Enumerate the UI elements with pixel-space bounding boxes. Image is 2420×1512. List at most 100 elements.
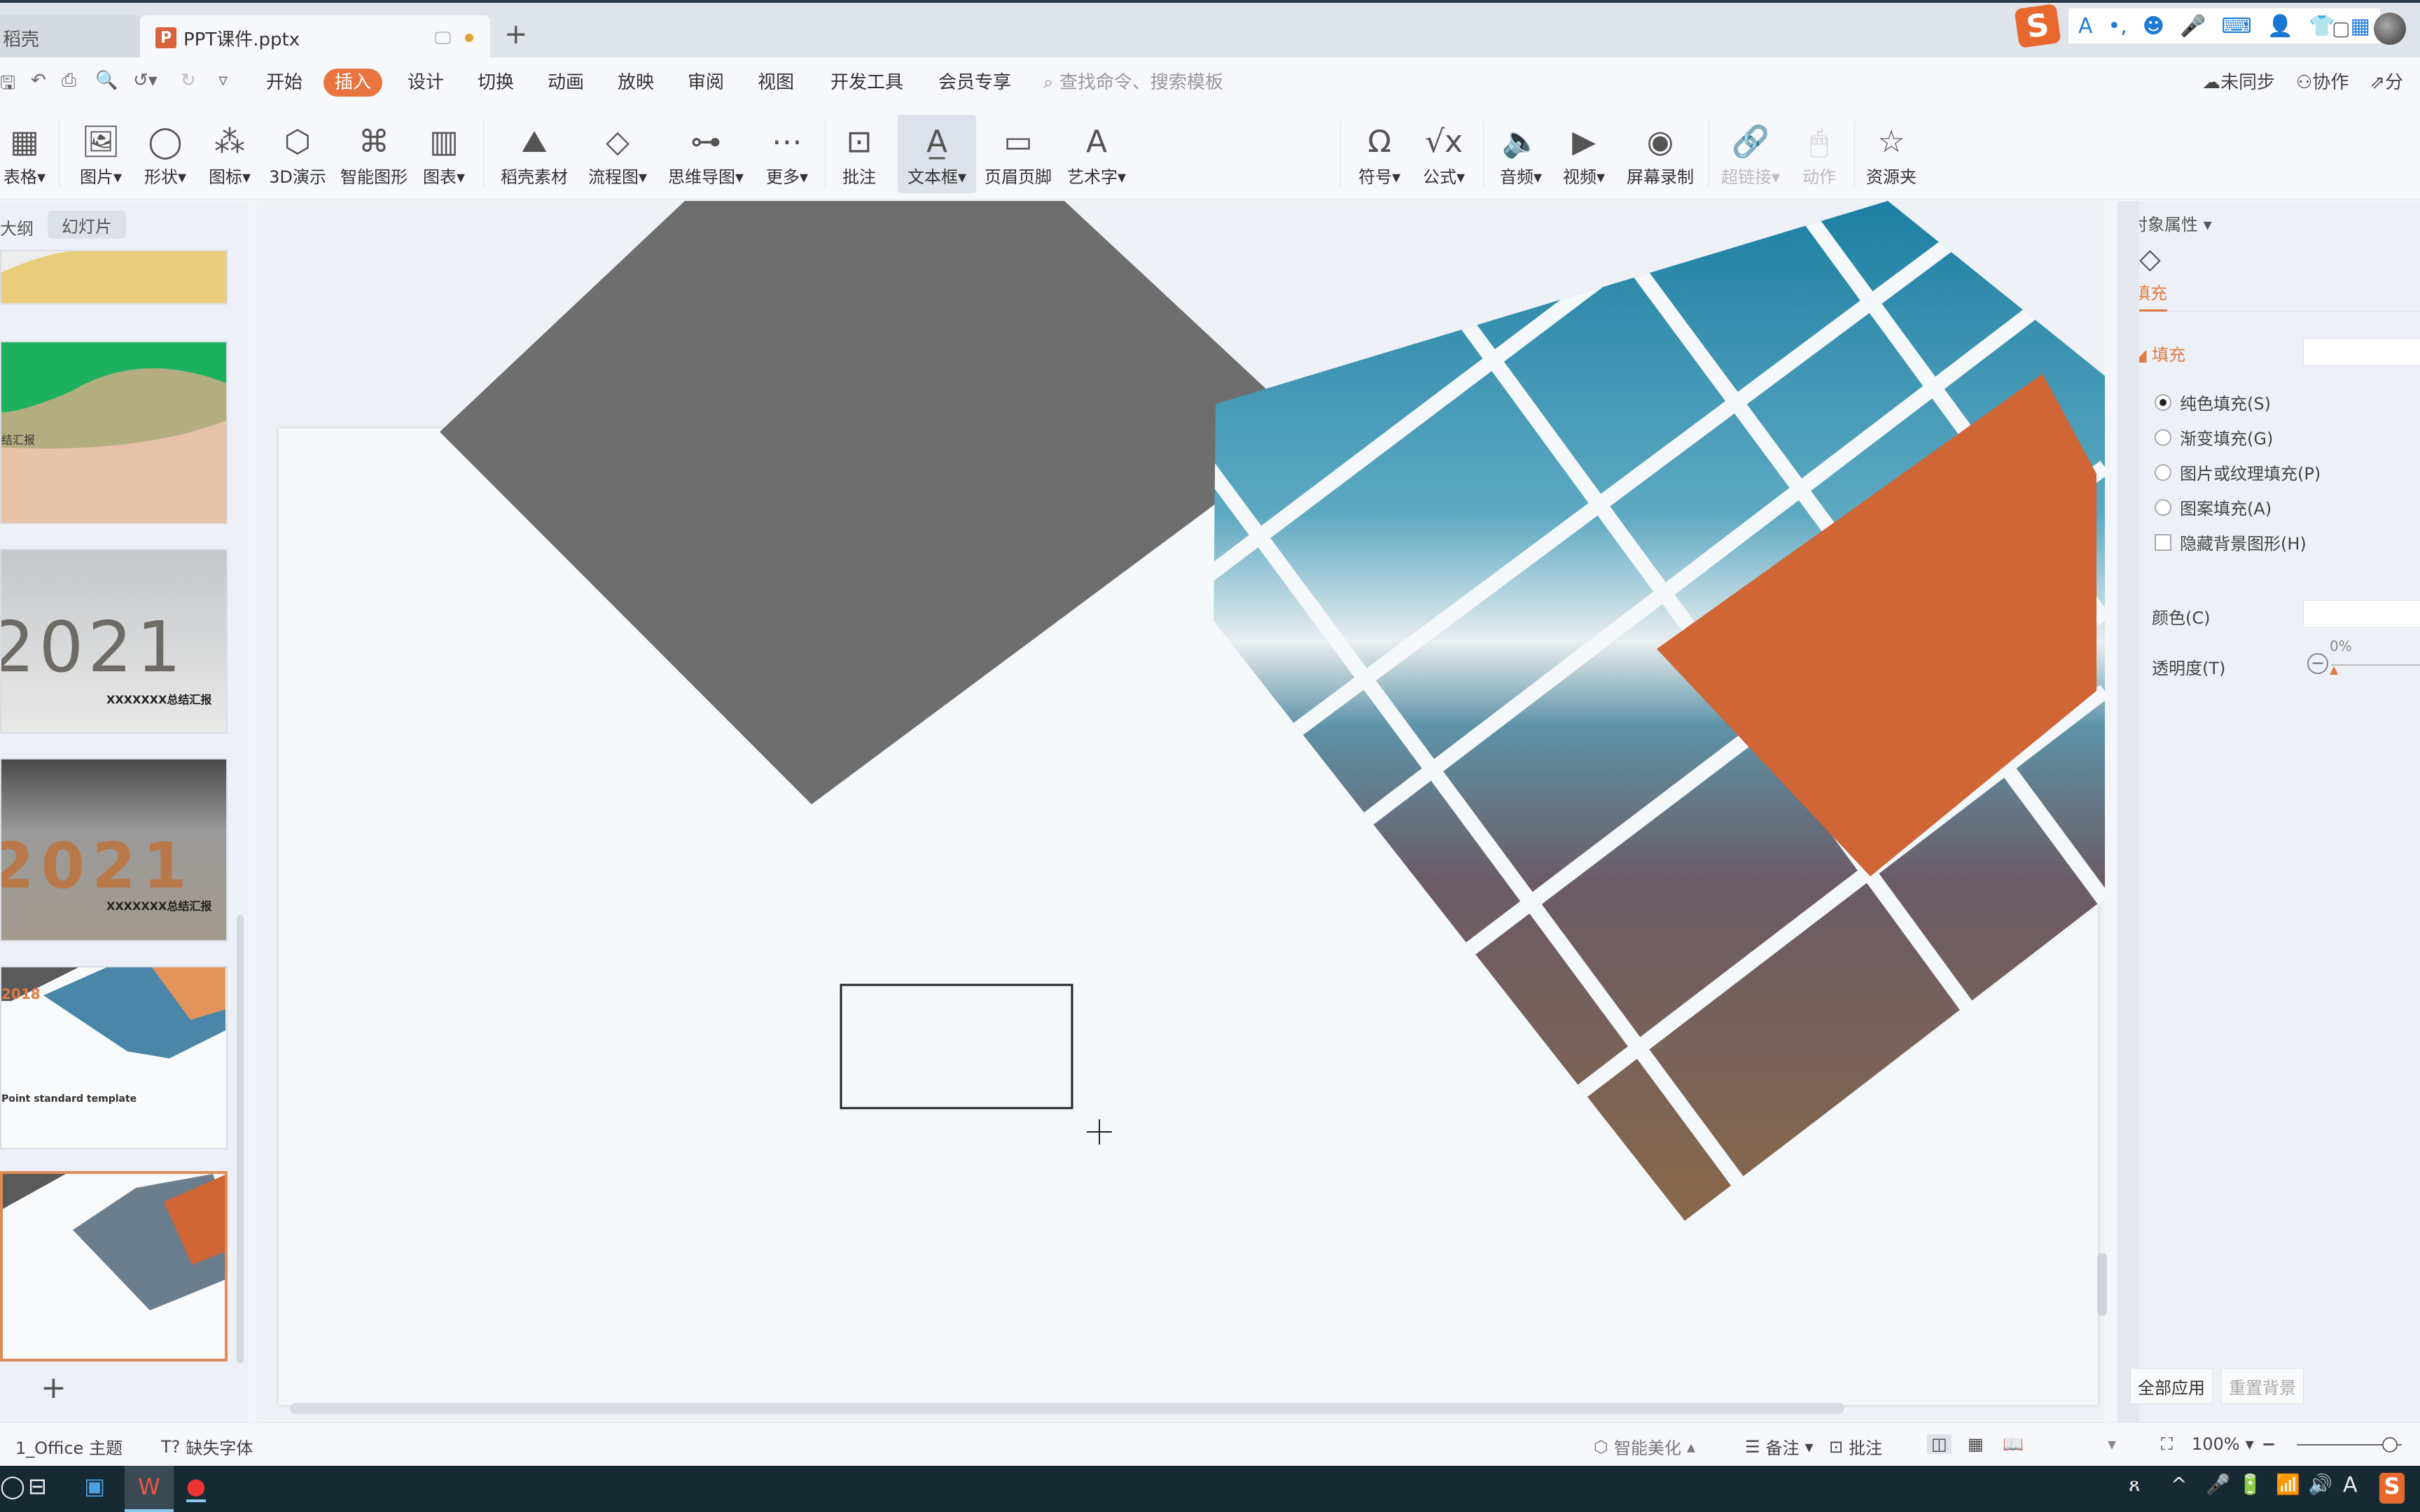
ime-punctuation-icon[interactable]: •, [2108, 14, 2127, 38]
fill-section-header[interactable]: ◢ 填充 [2134, 341, 2185, 365]
screen-record-button[interactable]: ◉ 屏幕录制 [1622, 115, 1699, 193]
daoke-assets-button[interactable]: ⛰ 稻壳素材 [496, 115, 573, 193]
save-icon[interactable]: 🖫 [0, 70, 15, 101]
notes-button[interactable]: ☰ 备注 ▾ [1745, 1434, 1814, 1459]
table-button[interactable]: ▦ 表格▾ [0, 115, 49, 193]
zoom-out-button[interactable]: − [2262, 1434, 2276, 1454]
menu-member[interactable]: 会员专享 [938, 69, 1011, 97]
menu-home[interactable]: 开始 [266, 69, 302, 97]
view-dropdown-icon[interactable]: ▾ [2108, 1434, 2116, 1454]
ime-apps-icon[interactable]: ▦ [2350, 14, 2370, 38]
equation-button[interactable]: √x 公式▾ [1414, 115, 1473, 193]
menu-view[interactable]: 视图 [758, 69, 794, 97]
apply-all-button[interactable]: 全部应用 [2130, 1368, 2213, 1404]
ime-user-icon[interactable]: 👤 [2267, 14, 2293, 38]
menu-design[interactable]: 设计 [408, 69, 444, 97]
ime-skin-icon[interactable]: 👕 [2309, 14, 2335, 38]
sogou-tray-icon[interactable]: S [2379, 1473, 2405, 1504]
reset-background-button[interactable]: 重置背景 [2221, 1368, 2304, 1404]
checkbox-hide-background[interactable]: 隐藏背景图形(H) [2155, 530, 2307, 554]
share-button[interactable]: ⇗分 [2370, 69, 2403, 97]
ime-keyboard-icon[interactable]: ⌨ [2221, 14, 2251, 38]
radio-solid-fill[interactable]: 纯色填充(S) [2155, 390, 2271, 414]
theme-name[interactable]: 1_Office 主题 [15, 1434, 123, 1459]
header-footer-button[interactable]: ▭ 页眉页脚 [983, 115, 1053, 193]
symbol-button[interactable]: Ω 符号▾ [1350, 115, 1409, 193]
comment-button[interactable]: ⊡ 批注 [835, 115, 884, 193]
app-icon[interactable]: ▣ [84, 1473, 105, 1499]
sogou-logo-icon[interactable]: S [2014, 4, 2061, 48]
input-language-icon[interactable]: A [2343, 1473, 2358, 1497]
menu-developer[interactable]: 开发工具 [830, 69, 903, 97]
audio-button[interactable]: 🔈 音频▾ [1491, 115, 1550, 193]
recorder-taskbar-icon[interactable]: ● [186, 1473, 206, 1502]
fill-type-dropdown[interactable] [2303, 338, 2420, 366]
command-search[interactable]: ⌕ 查找命令、搜索模板 [1043, 69, 1223, 97]
ime-language-icon[interactable]: A [2078, 14, 2093, 38]
menu-transition[interactable]: 切换 [478, 69, 514, 97]
more-button[interactable]: ⋯ 更多▾ [759, 115, 815, 193]
fit-window-button[interactable]: ⛶ [2161, 1434, 2173, 1454]
sync-button[interactable]: ☁未同步 [2202, 69, 2275, 97]
user-avatar[interactable] [2374, 13, 2406, 45]
smartart-button[interactable]: ⌘ 智能图形 [338, 115, 410, 193]
print-icon[interactable]: ⎙ [62, 70, 76, 92]
tab-slides[interactable]: 幻灯片 [48, 211, 126, 239]
window-switch-icon[interactable]: ▢ [2332, 17, 2350, 40]
microphone-icon[interactable]: 🎤 [2206, 1473, 2230, 1496]
slide-thumbnail[interactable]: 结汇报 [0, 341, 228, 524]
action-button[interactable]: 🖱 动作 [1791, 115, 1847, 193]
menu-review[interactable]: 审阅 [688, 69, 724, 97]
slide-thumbnail[interactable] [0, 250, 228, 304]
missing-font-button[interactable]: T? 缺失字体 [161, 1434, 253, 1459]
ime-voice-icon[interactable]: 🎤 [2180, 14, 2206, 38]
zoom-slider-handle[interactable] [2382, 1437, 2398, 1452]
resource-folder-button[interactable]: ☆ 资源夹 [1860, 115, 1923, 193]
tab-outline[interactable]: 大纲 [0, 215, 34, 239]
comments-button[interactable]: ⊡ 批注 [1829, 1434, 1882, 1459]
video-button[interactable]: ▶ 视频▾ [1555, 115, 1613, 193]
shape-button[interactable]: ◯ 形状▾ [137, 115, 193, 193]
slide-thumbnail[interactable]: 2021 XXXXXXX总结汇报 [0, 758, 228, 941]
new-tab-button[interactable]: + [504, 18, 528, 50]
slide-sorter-button[interactable]: ▦ [1968, 1434, 1984, 1454]
tab-document[interactable]: P PPT课件.pptx 🖵 [140, 15, 490, 60]
radio-pattern-fill[interactable]: 图案填充(A) [2155, 495, 2272, 519]
wordart-button[interactable]: A 艺术字▾ [1063, 115, 1130, 193]
volume-icon[interactable]: 🔊 [2308, 1473, 2332, 1496]
3d-button[interactable]: ⬡ 3D演示 [266, 115, 329, 193]
collaborate-button[interactable]: ⚇协作 [2296, 69, 2349, 97]
hyperlink-button[interactable]: 🔗 超链接▾ [1716, 115, 1786, 193]
search-icon[interactable]: ◯ [0, 1473, 25, 1499]
tab-daoke[interactable]: 稻壳 [0, 15, 140, 60]
drawn-textbox-rectangle[interactable] [840, 983, 1073, 1110]
color-picker[interactable] [2303, 600, 2420, 628]
slide-thumbnail[interactable]: 2018 Point standard template [0, 966, 228, 1149]
panel-title[interactable]: 对象属性 ▾ [2131, 211, 2212, 235]
slide-thumbnail-active[interactable] [0, 1171, 228, 1362]
zoom-level[interactable]: 100% ▾ [2192, 1434, 2254, 1454]
battery-icon[interactable]: 🔋 [2238, 1473, 2262, 1496]
menu-slideshow[interactable]: 放映 [618, 69, 654, 97]
redo-icon[interactable]: ↻ [181, 70, 196, 91]
menu-animation[interactable]: 动画 [548, 69, 584, 97]
reading-view-button[interactable]: 📖 [2003, 1434, 2024, 1454]
undo-history-icon[interactable]: ↶ [31, 70, 46, 91]
task-view-icon[interactable]: ⊟ [28, 1473, 47, 1499]
flowchart-button[interactable]: ◇ 流程图▾ [583, 115, 653, 193]
customize-icon[interactable]: ▿ [218, 70, 228, 91]
smart-beautify-button[interactable]: ⬡ 智能美化 ▴ [1594, 1434, 1695, 1459]
menu-insert[interactable]: 插入 [324, 69, 383, 97]
chart-button[interactable]: ▥ 图表▾ [417, 115, 471, 193]
print-preview-icon[interactable]: 🔍 [95, 70, 118, 91]
slide-thumbnail[interactable]: 2021 XXXXXXX总结汇报 [0, 549, 228, 734]
tray-expand-icon[interactable]: ^ [2171, 1473, 2187, 1496]
monitor-icon[interactable]: 🖵 [435, 28, 451, 48]
icons-button[interactable]: ⁂ 图标▾ [202, 115, 258, 193]
people-icon[interactable]: ጸ [2129, 1473, 2140, 1497]
undo-icon[interactable]: ↺▾ [133, 70, 158, 91]
radio-picture-fill[interactable]: 图片或纹理填充(P) [2155, 460, 2321, 484]
ime-emoji-icon[interactable]: ☻ [2143, 14, 2164, 38]
textbox-button[interactable]: A̲ 文本框▾ [898, 115, 976, 193]
picture-button[interactable]: 🖼 图片▾ [73, 115, 129, 193]
